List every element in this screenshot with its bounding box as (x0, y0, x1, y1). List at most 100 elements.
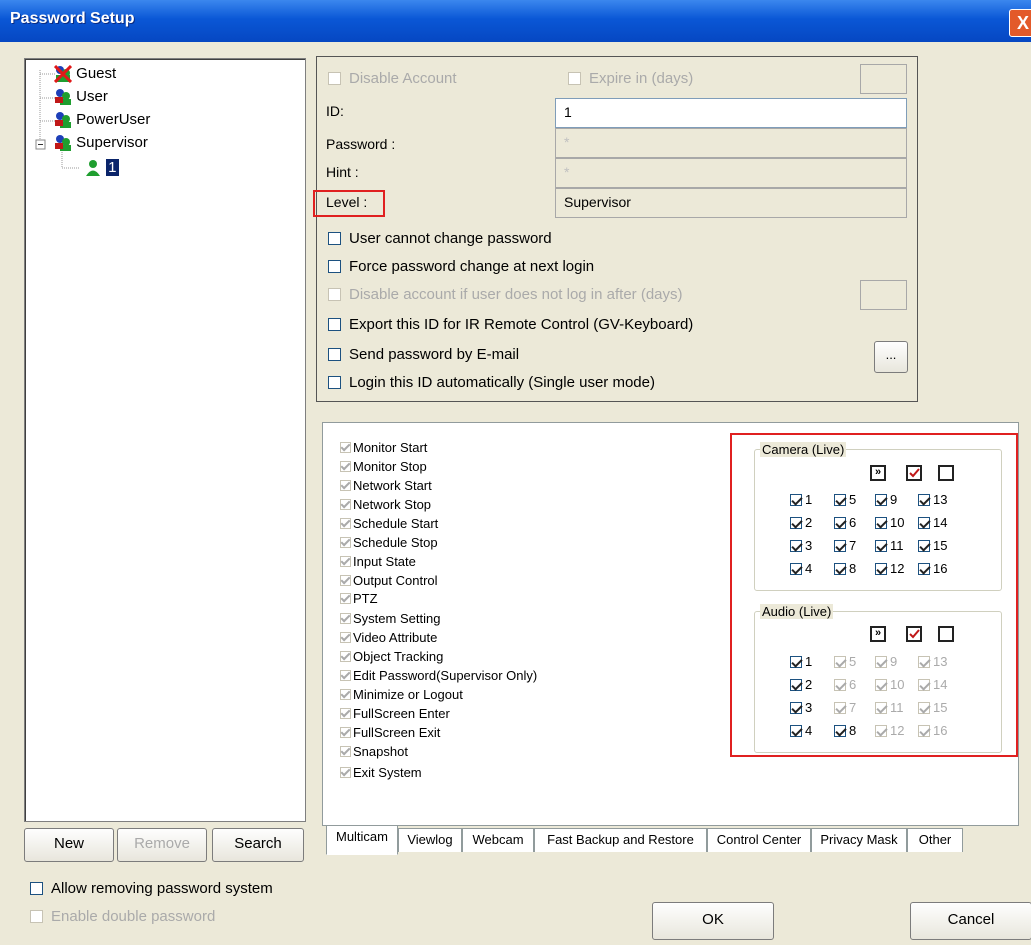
permission-item[interactable]: Monitor Stop (340, 457, 427, 475)
channel-checkbox-row[interactable]: 7 (834, 538, 856, 553)
export-ir-checkbox[interactable] (328, 318, 341, 331)
allow-removing-checkbox[interactable] (30, 882, 43, 895)
permission-item[interactable]: Network Start (340, 476, 432, 494)
permission-item[interactable]: Input State (340, 552, 416, 570)
channel-checkbox-row[interactable]: 2 (790, 677, 812, 692)
option-row-1[interactable]: Force password change at next login (328, 258, 594, 275)
id-input[interactable]: 1 (555, 98, 907, 128)
channel-checkbox[interactable] (790, 493, 802, 506)
permission-item[interactable]: Snapshot (340, 742, 408, 760)
permission-checkbox[interactable] (340, 688, 351, 700)
channel-checkbox-row[interactable]: 7 (834, 700, 856, 715)
channel-checkbox-row[interactable]: 9 (875, 654, 897, 669)
check-all-icon[interactable] (906, 465, 922, 481)
channel-checkbox-row[interactable]: 1 (790, 654, 812, 669)
permission-checkbox[interactable] (340, 650, 351, 662)
channel-checkbox[interactable] (790, 539, 802, 552)
channel-checkbox[interactable] (834, 516, 846, 529)
channel-checkbox[interactable] (790, 562, 802, 575)
disable-account-row[interactable]: Disable Account (328, 70, 457, 87)
channel-checkbox-row[interactable]: 14 (918, 515, 947, 530)
tree-item-poweruser[interactable]: PowerUser (54, 110, 150, 130)
channel-checkbox-row[interactable]: 13 (918, 492, 947, 507)
channel-checkbox-row[interactable]: 15 (918, 538, 947, 553)
tab-control-center[interactable]: Control Center (707, 828, 811, 852)
channel-checkbox[interactable] (834, 562, 846, 575)
channel-checkbox[interactable] (834, 724, 846, 737)
permission-checkbox[interactable] (340, 726, 351, 738)
tree-item-user[interactable]: User (54, 87, 108, 107)
channel-checkbox-row[interactable]: 8 (834, 723, 856, 738)
permission-item[interactable]: Edit Password(Supervisor Only) (340, 666, 537, 684)
password-input[interactable]: * (555, 128, 907, 158)
channel-checkbox-row[interactable]: 5 (834, 492, 856, 507)
channel-checkbox[interactable] (875, 701, 887, 714)
permission-checkbox[interactable] (340, 745, 351, 757)
login-auto-checkbox[interactable] (328, 376, 341, 389)
option-row-2[interactable]: Disable account if user does not log in … (328, 286, 683, 303)
channel-checkbox-row[interactable]: 13 (918, 654, 947, 669)
permission-checkbox[interactable] (340, 612, 351, 624)
channel-checkbox[interactable] (790, 678, 802, 691)
permission-checkbox[interactable] (340, 498, 351, 510)
channel-checkbox[interactable] (875, 539, 887, 552)
channel-checkbox-row[interactable]: 3 (790, 538, 812, 553)
tab-privacy-mask[interactable]: Privacy Mask (811, 828, 907, 852)
channel-checkbox[interactable] (875, 655, 887, 668)
email-settings-button[interactable]: ... (874, 341, 908, 373)
channel-checkbox-row[interactable]: 5 (834, 654, 856, 669)
channel-checkbox[interactable] (790, 516, 802, 529)
close-button[interactable]: X (1009, 9, 1031, 37)
channel-checkbox[interactable] (834, 701, 846, 714)
permission-checkbox[interactable] (340, 441, 351, 453)
tab-webcam[interactable]: Webcam (462, 828, 534, 852)
permission-item[interactable]: System Setting (340, 609, 440, 627)
permission-item[interactable]: Output Control (340, 571, 438, 589)
remove-button[interactable]: Remove (117, 828, 207, 862)
search-button[interactable]: Search (212, 828, 304, 862)
channel-checkbox[interactable] (918, 655, 930, 668)
option-row-0[interactable]: User cannot change password (328, 230, 552, 247)
tree-item-user-1[interactable]: 1 (84, 158, 119, 178)
permission-item[interactable]: Video Attribute (340, 628, 437, 646)
permission-checkbox[interactable] (340, 517, 351, 529)
permission-item[interactable]: Schedule Start (340, 514, 438, 532)
permission-checkbox[interactable] (340, 536, 351, 548)
permission-checkbox[interactable] (340, 592, 351, 604)
channel-checkbox[interactable] (918, 539, 930, 552)
channel-checkbox[interactable] (875, 516, 887, 529)
channel-checkbox[interactable] (834, 655, 846, 668)
channel-checkbox[interactable] (918, 516, 930, 529)
permission-item[interactable]: Exit System (340, 763, 422, 781)
channel-checkbox-row[interactable]: 16 (918, 723, 947, 738)
channel-checkbox-row[interactable]: 2 (790, 515, 812, 530)
channel-checkbox[interactable] (875, 678, 887, 691)
permission-item[interactable]: PTZ (340, 589, 378, 607)
hint-input[interactable]: * (555, 158, 907, 188)
cancel-button[interactable]: Cancel (910, 902, 1031, 940)
permission-item[interactable]: Monitor Start (340, 438, 427, 456)
channel-checkbox[interactable] (875, 724, 887, 737)
uncheck-all-icon[interactable] (938, 626, 954, 642)
permission-checkbox[interactable] (340, 707, 351, 719)
channel-checkbox-row[interactable]: 12 (875, 561, 904, 576)
channel-checkbox[interactable] (790, 724, 802, 737)
channel-checkbox[interactable] (918, 724, 930, 737)
disable-after-days-checkbox[interactable] (328, 288, 341, 301)
permission-checkbox[interactable] (340, 574, 351, 586)
permission-checkbox[interactable] (340, 555, 351, 567)
send-email-checkbox[interactable] (328, 348, 341, 361)
expire-days-checkbox[interactable] (568, 72, 581, 85)
tab-viewlog[interactable]: Viewlog (398, 828, 462, 852)
channel-checkbox-row[interactable]: 9 (875, 492, 897, 507)
permission-item[interactable]: FullScreen Exit (340, 723, 440, 741)
permission-checkbox[interactable] (340, 766, 351, 778)
channel-checkbox[interactable] (918, 562, 930, 575)
permission-checkbox[interactable] (340, 631, 351, 643)
tab-other[interactable]: Other (907, 828, 963, 852)
option-row-5[interactable]: Login this ID automatically (Single user… (328, 374, 655, 391)
new-button[interactable]: New (24, 828, 114, 862)
channel-checkbox[interactable] (875, 493, 887, 506)
allow-removing-checkbox-row[interactable]: Allow removing password system (30, 880, 273, 897)
check-all-icon[interactable] (906, 626, 922, 642)
